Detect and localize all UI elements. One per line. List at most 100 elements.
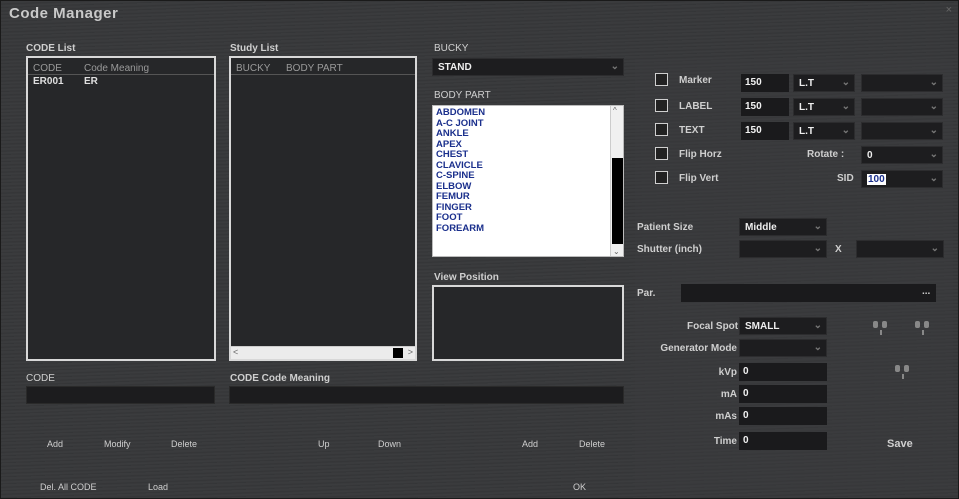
text-position-dropdown[interactable]: L.T ⌄ xyxy=(793,122,855,140)
flip-vert-checkbox[interactable] xyxy=(655,171,668,184)
close-icon[interactable]: × xyxy=(946,4,952,16)
patient-size-label: Patient Size xyxy=(637,222,694,233)
bucky-label: BUCKY xyxy=(434,43,469,54)
header-divider xyxy=(231,74,415,75)
scroll-down-icon[interactable]: ⌄ xyxy=(613,247,620,256)
chevron-down-icon: ⌄ xyxy=(929,125,938,136)
flip-vert-label: Flip Vert xyxy=(679,173,719,184)
list-item[interactable]: FOREARM xyxy=(433,223,623,235)
code-input[interactable] xyxy=(26,386,215,404)
kvp-label: kVp xyxy=(718,367,737,378)
load-button[interactable]: Load xyxy=(148,482,168,492)
ma-input[interactable]: 0 xyxy=(739,385,827,403)
scroll-thumb[interactable] xyxy=(612,158,623,244)
kvp-input[interactable]: 0 xyxy=(739,363,827,381)
time-input[interactable]: 0 xyxy=(739,432,827,450)
ok-button[interactable]: OK xyxy=(573,482,586,492)
shutter-dropdown[interactable]: ⌄ xyxy=(739,240,827,258)
list-item[interactable]: C-SPINE xyxy=(433,170,623,182)
list-item[interactable]: ANKLE xyxy=(433,128,623,140)
flip-horz-label: Flip Horz xyxy=(679,149,722,160)
modify-code-button[interactable]: Modify xyxy=(104,439,131,449)
patient-size-value: Middle xyxy=(745,222,777,233)
par-browse-button[interactable]: ... xyxy=(922,286,930,297)
label-size-input[interactable]: 150 xyxy=(741,98,789,116)
shutter-x-dropdown[interactable]: ⌄ xyxy=(856,240,944,258)
code-field-label: CODE xyxy=(26,373,55,384)
scroll-up-icon[interactable]: ^ xyxy=(613,106,617,115)
list-item[interactable]: FOOT xyxy=(433,212,623,224)
chevron-down-icon: ⌄ xyxy=(813,221,822,232)
mas-input[interactable]: 0 xyxy=(739,407,827,425)
code-input-value xyxy=(27,387,35,405)
scroll-left-icon[interactable]: < xyxy=(233,347,238,357)
add-study-button[interactable]: Add xyxy=(522,439,538,449)
list-item[interactable]: CHEST xyxy=(433,149,623,161)
marker-extra-dropdown[interactable]: ⌄ xyxy=(861,74,943,92)
sid-dropdown[interactable]: 100 ⌄ xyxy=(861,170,943,188)
sid-value: 100 xyxy=(867,174,886,185)
table-row[interactable]: ER001 ER xyxy=(28,76,214,88)
study-list-table[interactable]: BUCKY BODY PART < > xyxy=(229,56,417,361)
label-checkbox[interactable] xyxy=(655,99,668,112)
body-part-list[interactable]: ABDOMEN A-C JOINT ANKLE APEX CHEST CLAVICLE C-… xyxy=(432,105,624,257)
patient-size-dropdown[interactable]: Middle ⌄ xyxy=(739,218,827,236)
column-header-code-meaning[interactable]: Code Meaning xyxy=(84,63,149,74)
bucky-dropdown[interactable]: STAND ⌄ xyxy=(432,58,624,76)
text-size-input[interactable]: 150 xyxy=(741,122,789,140)
row-code: ER001 xyxy=(33,76,64,87)
header-divider xyxy=(28,74,214,75)
add-code-button[interactable]: Add xyxy=(47,439,63,449)
chevron-down-icon: ⌄ xyxy=(929,77,938,88)
view-position-list[interactable] xyxy=(432,285,624,361)
column-header-body-part[interactable]: BODY PART xyxy=(286,63,343,74)
view-position-label: View Position xyxy=(434,272,499,283)
label-extra-dropdown[interactable]: ⌄ xyxy=(861,98,943,116)
move-up-button[interactable]: Up xyxy=(318,439,330,449)
marker-size-input[interactable]: 150 xyxy=(741,74,789,92)
list-item[interactable]: ABDOMEN xyxy=(433,107,623,119)
body-part-scrollbar[interactable]: ^ ⌄ xyxy=(610,106,623,256)
horizontal-scrollbar[interactable]: < > xyxy=(231,346,415,359)
save-button[interactable]: Save xyxy=(887,438,913,450)
par-label: Par. xyxy=(637,288,656,299)
focal-spot-dropdown[interactable]: SMALL ⌄ xyxy=(739,317,827,335)
text-extra-dropdown[interactable]: ⌄ xyxy=(861,122,943,140)
chevron-down-icon: ⌄ xyxy=(813,243,822,254)
code-meaning-input[interactable] xyxy=(229,386,624,404)
flip-horz-checkbox[interactable] xyxy=(655,147,668,160)
delete-study-button[interactable]: Delete xyxy=(579,439,605,449)
body-part-items: ABDOMEN A-C JOINT ANKLE APEX CHEST CLAVICLE C-… xyxy=(433,106,623,234)
text-position-value: L.T xyxy=(799,126,814,137)
study-list-label: Study List xyxy=(230,43,279,54)
column-header-bucky[interactable]: BUCKY xyxy=(236,63,270,74)
scroll-thumb[interactable] xyxy=(393,348,403,358)
column-header-code[interactable]: CODE xyxy=(33,63,62,74)
rotate-dropdown[interactable]: 0 ⌄ xyxy=(861,146,943,164)
generator-mode-label: Generator Mode xyxy=(660,343,737,354)
chevron-down-icon: ⌄ xyxy=(813,320,822,331)
chevron-down-icon: ⌄ xyxy=(610,61,619,72)
delete-code-button[interactable]: Delete xyxy=(171,439,197,449)
label-position-value: L.T xyxy=(799,102,814,113)
code-manager-window: Code Manager × CODE List CODE Code Meani… xyxy=(0,0,959,499)
generator-mode-dropdown[interactable]: ⌄ xyxy=(739,339,827,357)
ma-label: mA xyxy=(720,389,737,400)
code-list-table[interactable]: CODE Code Meaning ER001 ER xyxy=(26,56,216,361)
chevron-down-icon: ⌄ xyxy=(841,125,850,136)
move-down-button[interactable]: Down xyxy=(378,439,401,449)
text-checkbox[interactable] xyxy=(655,123,668,136)
chevron-down-icon: ⌄ xyxy=(929,101,938,112)
body-part-label: BODY PART xyxy=(434,90,491,101)
label-position-dropdown[interactable]: L.T ⌄ xyxy=(793,98,855,116)
rotate-label: Rotate : xyxy=(807,149,845,160)
list-item[interactable]: FEMUR xyxy=(433,191,623,203)
marker-position-dropdown[interactable]: L.T ⌄ xyxy=(793,74,855,92)
par-input[interactable] xyxy=(681,284,936,302)
shutter-label: Shutter (inch) xyxy=(637,244,702,255)
chevron-down-icon: ⌄ xyxy=(841,77,850,88)
marker-checkbox[interactable] xyxy=(655,73,668,86)
row-code-meaning: ER xyxy=(84,76,98,87)
scroll-right-icon[interactable]: > xyxy=(408,347,413,357)
delete-all-code-button[interactable]: Del. All CODE xyxy=(40,482,97,492)
